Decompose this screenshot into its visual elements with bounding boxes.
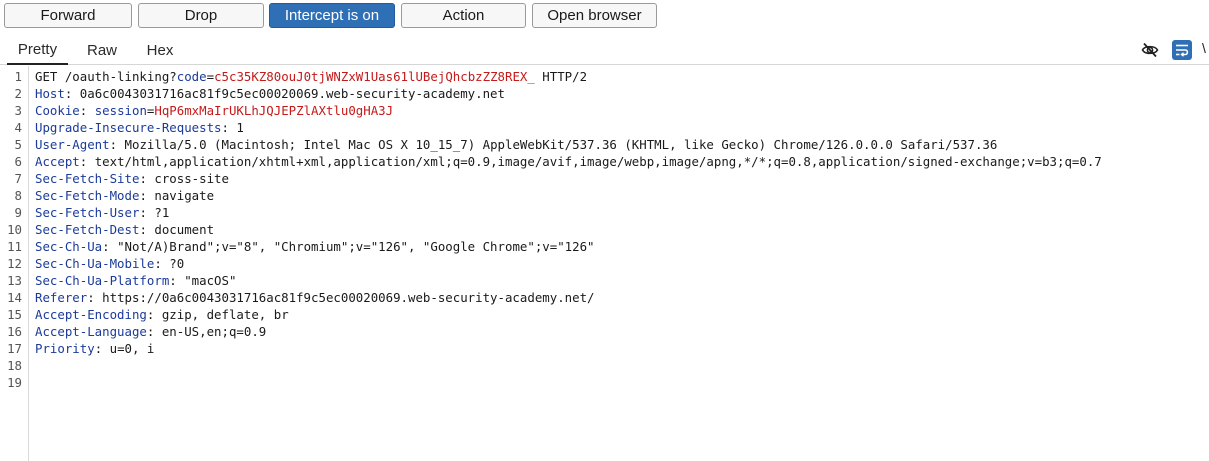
header-value: gzip, deflate, br (154, 307, 289, 322)
request-editor[interactable]: 1 2 3 4 5 6 7 8 9 10 11 12 13 14 15 16 1… (0, 66, 1209, 461)
line-number: 16 (7, 324, 22, 339)
line-number: 19 (7, 375, 22, 390)
tab-raw[interactable]: Raw (78, 36, 126, 65)
line-number: 1 (14, 69, 22, 84)
message-view-tabs: Pretty Raw Hex \ (0, 36, 1209, 65)
header-name: Upgrade-Insecure-Requests (35, 120, 222, 135)
cookie-value: HqP6mxMaIrUKLhJQJEPZlAXtlu0gHA3J (154, 103, 394, 118)
line-number-gutter: 1 2 3 4 5 6 7 8 9 10 11 12 13 14 15 16 1… (0, 66, 29, 461)
open-browser-button[interactable]: Open browser (532, 3, 657, 28)
header-line: Sec-Fetch-Dest: document (35, 222, 215, 237)
action-button[interactable]: Action (401, 3, 526, 28)
header-value: https://0a6c0043031716ac81f9c5ec00020069… (94, 290, 595, 305)
header-line: Sec-Fetch-Mode: navigate (35, 188, 215, 203)
drop-button[interactable]: Drop (138, 3, 264, 28)
header-line: Referer: https://0a6c0043031716ac81f9c5e… (35, 290, 595, 305)
forward-button[interactable]: Forward (4, 3, 132, 28)
header-name: Sec-Ch-Ua-Mobile (35, 256, 155, 271)
line-number: 3 (14, 103, 22, 118)
header-name: Sec-Ch-Ua-Platform (35, 273, 170, 288)
header-name: Referer (35, 290, 88, 305)
header-value: text/html,application/xhtml+xml,applicat… (87, 154, 1102, 169)
header-name: Accept-Encoding (35, 307, 147, 322)
query-param-value: c5c35KZ80ouJ0tjWNZxW1Uas61lUBejQhcbzZZ8R… (214, 69, 535, 84)
header-name: Sec-Fetch-User (35, 205, 140, 220)
header-value: ?0 (161, 256, 185, 271)
tab-hex[interactable]: Hex (136, 36, 184, 65)
line-number: 10 (7, 222, 22, 237)
header-line: Sec-Fetch-User: ?1 (35, 205, 170, 220)
header-name: Accept (35, 154, 80, 169)
header-line: Sec-Ch-Ua-Platform: "macOS" (35, 273, 237, 288)
line-number: 4 (14, 120, 22, 135)
header-value: "macOS" (176, 273, 237, 288)
header-value: Mozilla/5.0 (Macintosh; Intel Mac OS X 1… (117, 137, 998, 152)
header-value: en-US,en;q=0.9 (154, 324, 267, 339)
method-path: GET /oauth-linking? (35, 69, 177, 84)
header-value: "Not/A)Brand";v="8", "Chromium";v="126",… (109, 239, 595, 254)
header-name: Cookie (35, 103, 80, 118)
header-name: Host (35, 86, 65, 101)
eye-slash-icon[interactable] (1140, 40, 1160, 60)
header-line: Upgrade-Insecure-Requests: 1 (35, 120, 244, 135)
header-line: User-Agent: Mozilla/5.0 (Macintosh; Inte… (35, 137, 998, 152)
http-version: HTTP/2 (534, 69, 588, 84)
line-number: 11 (7, 239, 22, 254)
request-line: GET /oauth-linking?code=c5c35KZ80ouJ0tjW… (35, 68, 587, 85)
line-number: 7 (14, 171, 22, 186)
header-line: Sec-Fetch-Site: cross-site (35, 171, 229, 186)
header-line: Accept-Language: en-US,en;q=0.9 (35, 324, 267, 339)
overflow-menu-icon[interactable]: \ (1202, 40, 1206, 56)
wrap-lines-icon[interactable] (1172, 40, 1192, 60)
line-number: 13 (7, 273, 22, 288)
line-number: 2 (14, 86, 22, 101)
header-line: Host: 0a6c0043031716ac81f9c5ec00020069.w… (35, 86, 505, 101)
header-line: Accept: text/html,application/xhtml+xml,… (35, 154, 1102, 169)
tab-pretty[interactable]: Pretty (7, 36, 68, 65)
cookie-name: session (94, 103, 147, 118)
header-name: Sec-Ch-Ua (35, 239, 103, 254)
header-line: Sec-Ch-Ua: "Not/A)Brand";v="8", "Chromiu… (35, 239, 595, 254)
header-value: 1 (228, 120, 244, 135)
header-line: Priority: u=0, i (35, 341, 155, 356)
line-number: 12 (7, 256, 22, 271)
intercept-toolbar: Forward Drop Intercept is on Action Open… (0, 0, 1209, 32)
header-value: document (146, 222, 215, 237)
header-value: navigate (146, 188, 215, 203)
header-value: cross-site (146, 171, 229, 186)
header-value: ?1 (146, 205, 170, 220)
line-number: 17 (7, 341, 22, 356)
line-number: 18 (7, 358, 22, 373)
line-number: 8 (14, 188, 22, 203)
header-line: Cookie: session=HqP6mxMaIrUKLhJQJEPZlAXt… (35, 102, 393, 119)
header-name: Sec-Fetch-Dest (35, 222, 140, 237)
header-name: Sec-Fetch-Mode (35, 188, 140, 203)
line-number: 14 (7, 290, 22, 305)
line-number: 5 (14, 137, 22, 152)
header-value: 0a6c0043031716ac81f9c5ec00020069.web-sec… (72, 86, 505, 101)
header-value: u=0, i (102, 341, 155, 356)
line-number: 15 (7, 307, 22, 322)
query-param-name: code (176, 69, 207, 84)
line-number: 9 (14, 205, 22, 220)
header-name: Sec-Fetch-Site (35, 171, 140, 186)
request-text[interactable]: GET /oauth-linking?code=c5c35KZ80ouJ0tjW… (35, 66, 1205, 461)
header-name: Accept-Language (35, 324, 147, 339)
header-name: User-Agent (35, 137, 110, 152)
header-line: Sec-Ch-Ua-Mobile: ?0 (35, 256, 185, 271)
header-line: Accept-Encoding: gzip, deflate, br (35, 307, 289, 322)
line-number: 6 (14, 154, 22, 169)
header-name: Priority (35, 341, 95, 356)
intercept-toggle-button[interactable]: Intercept is on (269, 3, 395, 28)
equals-sign: = (206, 69, 215, 84)
header-separator: : (79, 103, 95, 118)
